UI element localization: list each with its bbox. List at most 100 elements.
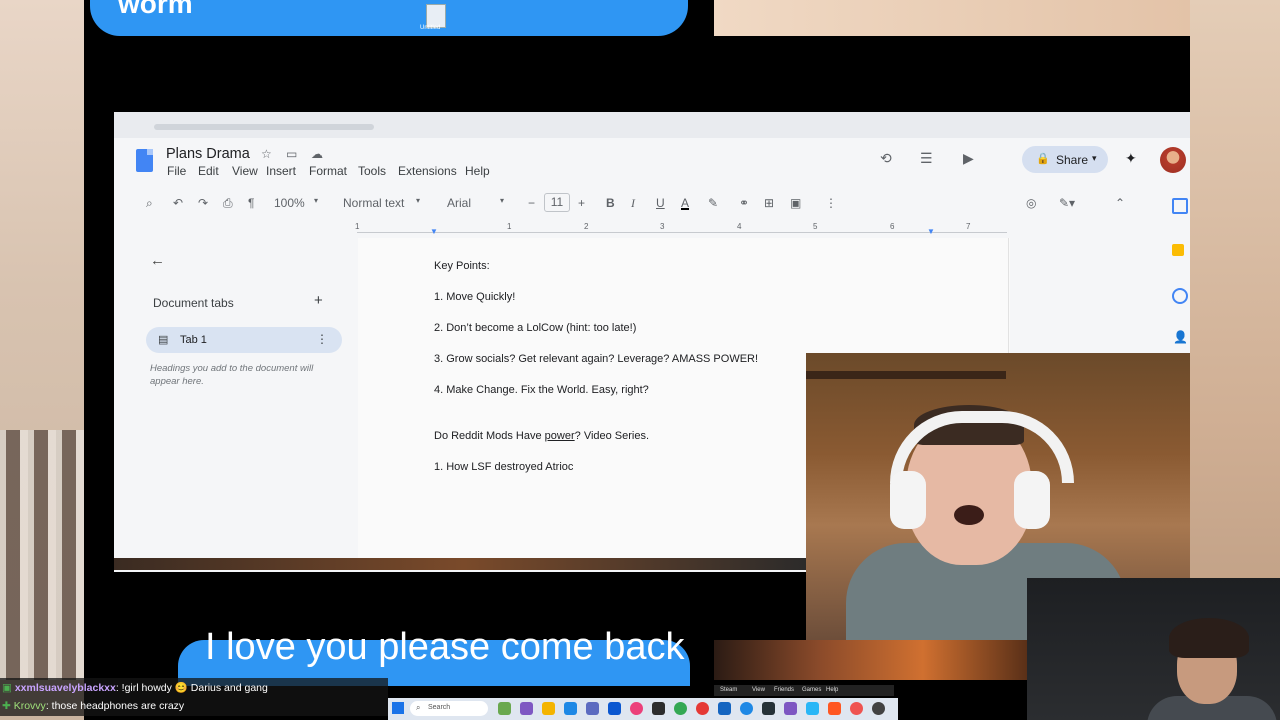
menu-edit[interactable]: Edit [198,164,219,178]
app-icon[interactable] [586,702,599,715]
ruler[interactable]: ▼ ▼ 1 1 2 3 4 5 6 7 [355,222,1007,237]
webcam-person-mouth [954,505,984,525]
steam-menu-item[interactable]: Games [802,687,821,693]
chat-text: : those headphones are crazy [45,700,185,712]
keep-icon[interactable] [1172,244,1184,256]
tab-options-icon[interactable]: ⋮ [316,332,328,346]
ruler-number: 7 [966,222,971,231]
steam-menu-item[interactable]: Steam [720,687,737,693]
lock-icon: 🔒 [1036,153,1050,165]
zoom-select[interactable]: 100% [274,196,305,210]
app-icon[interactable] [652,702,665,715]
stream-background-top [714,0,1190,36]
right-indent-marker[interactable]: ▼ [927,227,935,236]
meet-icon[interactable]: ▶ [963,150,974,167]
steam-menu-item[interactable]: View [752,687,765,693]
decrease-font-size-icon[interactable]: − [528,196,535,210]
style-select[interactable]: Normal text [343,196,404,210]
app-icon[interactable] [696,702,709,715]
ruler-number: 2 [584,222,589,231]
calendar-icon[interactable] [1172,198,1188,214]
browser-url-bar[interactable] [154,124,374,130]
add-tab-icon[interactable]: + [314,292,323,309]
search-menus-icon[interactable]: ⌕ [146,196,153,211]
increase-font-size-icon[interactable]: + [578,196,585,210]
chevron-down-icon: ▾ [500,196,505,205]
steam-menu-bar: Steam View Friends Games Help [714,685,894,696]
task-view-icon[interactable] [520,702,533,715]
chat-text: : !girl howdy [115,682,172,694]
app-icon[interactable] [630,702,643,715]
editing-mode-icon[interactable]: ✎▾ [1059,196,1075,210]
menu-help[interactable]: Help [465,164,490,178]
app-icon[interactable] [740,702,753,715]
cloud-status-icon[interactable]: ☁ [311,147,323,161]
menu-insert[interactable]: Insert [266,164,296,178]
share-button-label: Share [1056,153,1089,167]
back-arrow-icon[interactable]: ← [150,252,165,269]
widgets-icon[interactable] [498,702,511,715]
tab-label: Tab 1 [180,334,207,346]
menu-file[interactable]: File [167,164,186,178]
italic-icon[interactable]: I [631,196,635,211]
paint-format-icon[interactable]: ¶ [248,196,254,210]
more-options-icon[interactable]: ⋮ [825,196,837,210]
app-icon[interactable] [850,702,863,715]
add-comment-icon[interactable]: ⊞ [764,196,774,210]
document-tabs-heading: Document tabs [153,296,234,310]
comments-icon[interactable]: ☰ [920,150,933,167]
chat-badge-icon: ✚ [2,700,14,712]
document-title[interactable]: Plans Drama [166,146,250,162]
app-icon[interactable] [784,702,797,715]
share-button[interactable]: 🔒 Share ▾ [1022,146,1108,173]
background-portraits [0,430,84,680]
app-icon[interactable] [828,702,841,715]
star-icon[interactable]: ☆ [261,147,272,161]
redo-icon[interactable]: ↷ [198,196,208,210]
share-dropdown-icon[interactable]: ▾ [1092,153,1097,164]
app-icon[interactable] [718,702,731,715]
tab-1[interactable]: ▤ Tab 1 ⋮ [146,327,342,353]
menu-format[interactable]: Format [309,164,347,178]
app-icon[interactable] [608,702,621,715]
menu-view[interactable]: View [232,164,258,178]
print-icon[interactable]: ⎙ [223,196,233,211]
start-icon[interactable] [392,702,404,714]
font-select[interactable]: Arial [447,196,471,210]
link-icon[interactable]: ⚭ [739,196,749,210]
app-icon[interactable] [564,702,577,715]
ruler-number: 4 [737,222,742,231]
app-icon[interactable] [762,702,775,715]
app-icon[interactable] [872,702,885,715]
avatar[interactable] [1160,147,1186,173]
doc-link-power[interactable]: power [545,430,575,442]
app-icon[interactable] [806,702,819,715]
bold-icon[interactable]: B [606,196,615,210]
streamer-webcam [1027,578,1280,720]
text-color-icon[interactable]: A [681,196,689,210]
left-indent-marker[interactable]: ▼ [430,227,438,236]
steam-menu-item[interactable]: Help [826,687,838,693]
collapse-toolbar-icon[interactable]: ⌃ [1115,196,1125,210]
highlight-icon[interactable]: ✎ [708,196,718,210]
taskbar-search-placeholder: Search [428,704,451,711]
gemini-icon[interactable]: ✦ [1125,150,1137,167]
insert-image-icon[interactable]: ▣ [790,196,801,210]
tasks-icon[interactable] [1172,288,1188,304]
taskbar-search[interactable]: ⌕ Search [410,701,488,716]
history-icon[interactable]: ⟲ [880,150,892,167]
contacts-icon[interactable]: 👤 [1173,330,1188,344]
undo-icon[interactable]: ↶ [173,196,183,210]
caption-bottom-text: I love you please come back [205,626,685,668]
font-size-input[interactable]: 11 [544,193,570,212]
app-icon[interactable] [674,702,687,715]
activity-icon[interactable]: ◎ [1026,196,1036,210]
underline-icon[interactable]: U [656,196,665,210]
steam-menu-item[interactable]: Friends [774,687,794,693]
file-explorer-icon[interactable] [542,702,555,715]
menu-tools[interactable]: Tools [358,164,386,178]
move-folder-icon[interactable]: ▭ [286,147,297,161]
chat-username: Krovvy [13,700,46,712]
docs-logo-icon[interactable] [136,149,153,172]
menu-extensions[interactable]: Extensions [398,164,457,178]
